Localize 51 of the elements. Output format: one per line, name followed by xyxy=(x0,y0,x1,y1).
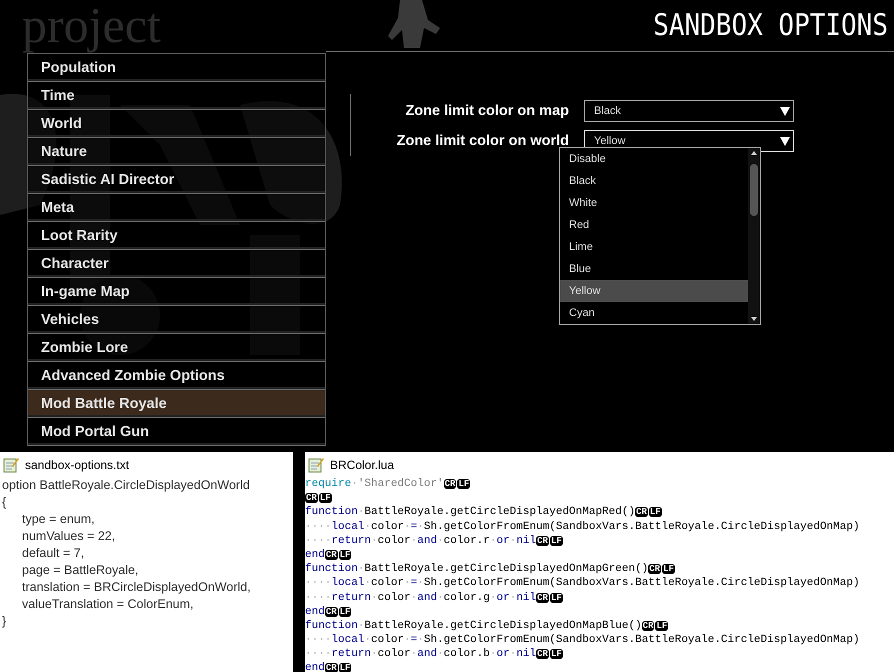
file-title: sandbox-options.txt xyxy=(25,458,130,472)
category-item[interactable]: Zombie Lore xyxy=(28,334,325,362)
code-line: ····local·color·=·Sh.getColorFromEnum(SandboxVars.BattleRoyale.CircleDisplayedOnMap) xyxy=(305,633,861,648)
code-line: option BattleRoyale.CircleDisplayedOnWorld xyxy=(1,477,251,494)
code-line: type = enum, xyxy=(21,511,96,528)
code-line: function·BattleRoyale.getCircleDisplayedOnMapGreen()CR LF xyxy=(305,562,676,576)
code-line: } xyxy=(1,613,8,630)
code-line: translation = BRCircleDisplayedOnWorld, xyxy=(21,579,252,596)
notepad-icon xyxy=(308,456,325,473)
dropdown-option[interactable]: Cyan xyxy=(560,302,748,324)
dropdown-option[interactable]: Yellow xyxy=(560,280,748,302)
code-line: end CR LF xyxy=(305,604,352,619)
code-line: function·BattleRoyale.getCircleDisplayedOnMapBlue()CR LF xyxy=(305,618,670,634)
code-line: ····return·color·and·color.g·or·nil CR LF xyxy=(305,590,564,605)
category-item[interactable]: Mod Battle Royale xyxy=(28,390,325,418)
category-item[interactable]: Character xyxy=(28,250,325,278)
category-item[interactable]: Loot Rarity xyxy=(28,222,325,250)
code-line: ····local·color·=·Sh.getColorFromEnum(SandboxVars.BattleRoyale.CircleDisplayedOnMap) xyxy=(305,520,861,534)
code-line: require·'SharedColor'CR LF xyxy=(305,477,472,492)
caret-icon xyxy=(780,106,790,116)
code-line: ····return·color·and·color.r·or·nil CR LF xyxy=(305,534,564,548)
dropdown-option[interactable]: White xyxy=(560,192,748,214)
code-line: end CR LF xyxy=(305,548,352,562)
category-item[interactable]: Vehicles xyxy=(28,306,325,334)
code-line: page = BattleRoyale, xyxy=(21,562,140,579)
caret-icon xyxy=(780,136,790,146)
code-line: default = 7, xyxy=(21,545,86,562)
code-line: ····local·color·=·Sh.getColorFromEnum(SandboxVars.BattleRoyale.CircleDisplayedOnMap) xyxy=(305,576,861,590)
dropdown-option[interactable]: Blue xyxy=(560,258,748,280)
dropdown-option[interactable]: Red xyxy=(560,214,748,236)
code-line: { xyxy=(1,494,8,511)
category-item[interactable]: Meta xyxy=(28,194,325,222)
code-line: CR LF xyxy=(305,492,333,506)
category-item[interactable]: Sadistic AI Director xyxy=(28,166,325,194)
dropdown-option[interactable]: Black xyxy=(560,170,748,192)
setting-label: Zone limit color on map xyxy=(404,103,570,119)
notepad-icon xyxy=(3,456,20,473)
file-title: BRColor.lua xyxy=(330,458,394,472)
code-line: ····return·color·and·color.b·or·nil CR LF xyxy=(305,647,564,662)
category-item[interactable]: World xyxy=(28,110,325,138)
code-line: numValues = 22, xyxy=(21,528,116,545)
code-line: function·BattleRoyale.getCircleDisplayedOnMapRed()CR LF xyxy=(305,505,663,520)
category-item[interactable]: Nature xyxy=(28,138,325,166)
page-title: SANDBOX OPTIONS xyxy=(653,8,888,43)
setting-label: Zone limit color on world xyxy=(396,133,570,149)
dropdown[interactable]: Black xyxy=(584,100,794,122)
category-item[interactable]: In-game Map xyxy=(28,278,325,306)
code-line: valueTranslation = ColorEnum, xyxy=(21,596,194,613)
scrollbar[interactable] xyxy=(748,148,760,324)
dropdown-option[interactable]: Lime xyxy=(560,236,748,258)
code-line: end CR LF xyxy=(305,661,352,672)
